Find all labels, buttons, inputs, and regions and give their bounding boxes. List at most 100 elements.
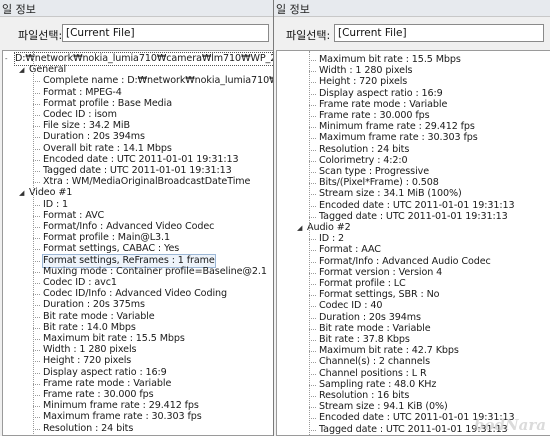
tree-item-label: Height : 720 pixels — [43, 355, 132, 367]
file-select-dropdown[interactable]: [Current File] — [334, 24, 544, 42]
tree-connector — [309, 418, 316, 420]
tree-connector — [33, 137, 40, 139]
tree-connector — [309, 183, 316, 185]
tree-item-label: Format settings, CABAC : Yes — [43, 243, 180, 255]
right-file-select-bar: 파일선택: [Current File] — [274, 22, 550, 44]
tree-connector — [309, 317, 316, 319]
tree-connector — [33, 339, 40, 340]
tree-connector — [33, 294, 40, 296]
tree-connector — [33, 92, 40, 94]
tree-connector — [33, 260, 40, 262]
tree-item-label: Format : MPEG-4 — [43, 86, 122, 98]
tree-connector — [309, 160, 316, 162]
tree-connector — [33, 182, 40, 184]
tree-connector — [309, 429, 316, 431]
tree-item-label: ID : 2 — [319, 233, 345, 245]
tree-item-label: Maximum bit rate : 15.5 Mbps — [319, 54, 461, 65]
tree-connector — [33, 103, 40, 105]
tree-connector — [309, 216, 316, 218]
tree-item-label: Duration : 20s 394ms — [319, 311, 421, 323]
tree-connector — [33, 81, 40, 83]
tree-item-label: Resolution : 24 bits — [43, 422, 134, 434]
left-file-select-bar: 파일선택: [Current File] — [0, 22, 273, 44]
tree-connector — [33, 115, 40, 116]
tree-connector — [309, 396, 316, 397]
tree-item-label: Duration : 20s 394ms — [43, 131, 145, 143]
tree-item-label: Encoded date : UTC 2011-01-01 19:31:13 — [43, 153, 239, 165]
tree-connector — [33, 204, 40, 206]
tree-item-label: Muxing mode : Container profile=Baseline… — [43, 265, 267, 277]
expand-toggle-icon[interactable]: ◢ — [19, 187, 27, 199]
tree-connector — [309, 362, 316, 364]
tree-item-label: Maximum bit rate : 42.7 Kbps — [319, 345, 459, 357]
tree-item-label: Format settings, SBR : No — [319, 289, 440, 301]
tree-connector — [33, 350, 40, 352]
tree-item-label: Complete name : D:₩network₩nokia_lumia71… — [43, 75, 273, 87]
tree-connector — [309, 250, 316, 252]
tree-item-label: Format profile : Base Media — [43, 97, 173, 109]
tree-item-label: Stream size : 94.1 KiB (0%) — [319, 401, 448, 413]
tree-item-label: Duration : 20s 375ms — [43, 299, 145, 311]
tree-item-label: Minimum frame rate : 29.412 fps — [43, 400, 199, 412]
tree-item-label: File size : 34.2 MiB — [43, 120, 130, 132]
left-info-pane: 일 정보 파일선택: [Current File] - D:₩network₩no… — [0, 0, 274, 436]
tree-item-label: Frame rate : 30.000 fps — [43, 389, 154, 400]
tree-connector — [309, 205, 316, 207]
watermark-logo: bodNara — [473, 416, 546, 434]
tree-connector — [309, 71, 316, 73]
tree-connector — [33, 395, 40, 396]
tree-item-label: Frame rate mode : Variable — [43, 377, 172, 389]
tree-connector — [33, 227, 40, 228]
tree-item-label: Format/Info : Advanced Audio Codec — [319, 255, 491, 267]
tree-connector — [309, 284, 316, 285]
tree-item-label: Codec ID : 40 — [319, 300, 383, 312]
tree-connector — [309, 295, 316, 297]
tree-connector — [33, 406, 40, 408]
tree-item-label: D:₩network₩nokia_lumia710₩camera₩lm710₩W… — [13, 52, 273, 66]
tree-item-label: Display aspect ratio : 16:9 — [319, 87, 443, 99]
expand-toggle-icon[interactable]: ◢ — [297, 222, 305, 234]
expand-toggle-icon[interactable]: - — [5, 53, 13, 65]
tree-item-label: Format settings, ReFrames : 1 frame — [42, 253, 216, 268]
tree-item-label: Bit rate mode : Variable — [43, 310, 155, 322]
tree-item-label: Resolution : 16 bits — [319, 390, 410, 401]
tree-connector — [33, 271, 40, 273]
tree-item-label: Video #1 — [29, 187, 73, 199]
file-select-dropdown[interactable]: [Current File] — [62, 24, 269, 42]
tree-connector — [33, 171, 40, 172]
right-info-tree[interactable]: Maximum bit rate : 15.5 Mbps Width : 1 28… — [276, 50, 550, 436]
left-info-tree[interactable]: - D:₩network₩nokia_lumia710₩camera₩lm710₩… — [2, 50, 273, 436]
file-select-label: 파일선택: — [286, 29, 331, 42]
tree-item-label: Bits/(Pixel*Frame) : 0.508 — [319, 177, 439, 189]
tree-connector — [309, 93, 316, 95]
tree-connector — [309, 104, 316, 106]
tree-item-label: Colorimetry : 4:2:0 — [319, 154, 408, 166]
tree-item-label: Overall bit rate : 14.1 Mbps — [43, 142, 172, 154]
right-info-pane: 일 정보 파일선택: [Current File] Maximum bit ra… — [274, 0, 550, 436]
tree-connector — [33, 148, 40, 150]
tree-item-label: Tagged date : UTC 2011-01-01 19:31:13 — [319, 210, 508, 222]
tree-connector — [33, 428, 40, 430]
tree-item-label: Resolution : 24 bits — [319, 143, 410, 155]
tree-connector — [33, 159, 40, 161]
tree-item-label: Codec ID/Info : Advanced Video Coding — [43, 288, 227, 300]
tree-item-label: Maximum frame rate : 30.303 fps — [43, 411, 202, 423]
tree-connector — [309, 306, 316, 308]
tree-item-label: Minimum frame rate : 29.412 fps — [319, 121, 475, 133]
tree-guide-line — [309, 51, 310, 435]
tree-connector — [33, 361, 40, 363]
tree-item-label: Format : AVC — [43, 209, 105, 221]
tree-connector — [309, 82, 316, 84]
left-window-title: 일 정보 — [2, 3, 36, 16]
tree-connector — [309, 407, 316, 409]
expand-toggle-icon[interactable]: ◢ — [19, 64, 27, 76]
tree-item-label: Stream size : 34.1 MiB (100%) — [319, 188, 462, 200]
tree-item-label: Scan type : Progressive — [319, 166, 430, 177]
tree-connector — [309, 373, 316, 375]
tree-item-label: Codec ID : isom — [43, 109, 117, 120]
tree-item-label: Bit rate : 37.8 Kbps — [319, 334, 410, 345]
tree-connector — [33, 305, 40, 307]
tree-connector — [309, 328, 316, 330]
tree-connector — [309, 60, 316, 61]
tree-connector — [309, 172, 316, 173]
